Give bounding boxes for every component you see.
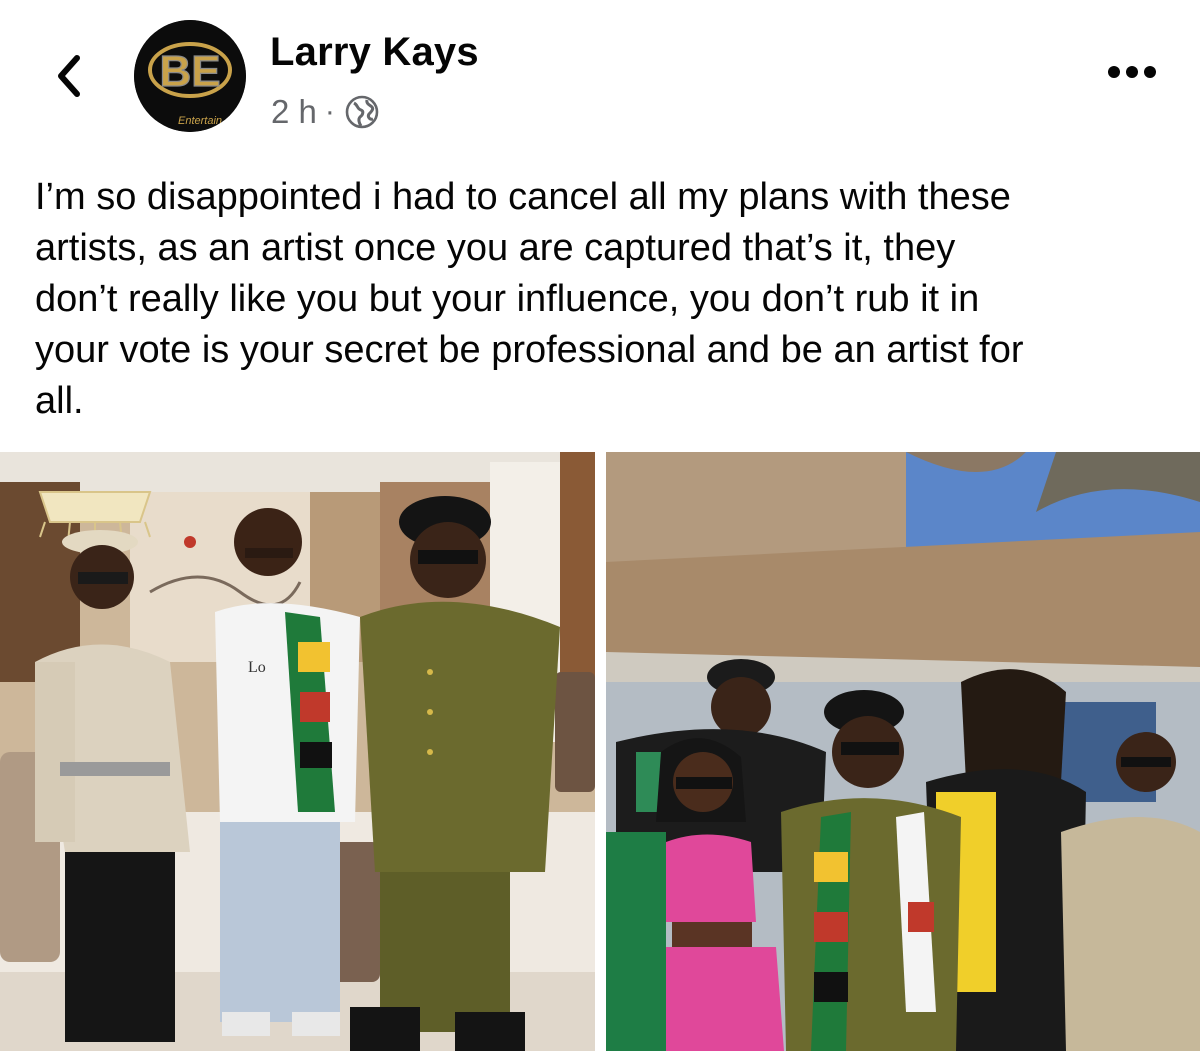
post-photo-indoor[interactable]: Lo: [0, 452, 595, 1051]
chevron-left-icon: [58, 55, 80, 97]
post-text-line: I’m so disappointed i had to cancel all …: [35, 176, 1011, 218]
post-text-line: don’t really like you but your influence…: [35, 278, 980, 320]
avatar-logo-text: BE: [159, 47, 220, 96]
avatar-caption: Entertain: [178, 115, 222, 127]
post-text-line: your vote is your secret be professional…: [35, 329, 1024, 371]
post-meta: 2 h ·: [271, 90, 379, 134]
post-text: I’m so disappointed i had to cancel all …: [35, 172, 1175, 427]
globe-icon: [345, 95, 379, 129]
post-photo-outdoor[interactable]: [606, 452, 1200, 1051]
post-text-line: artists, as an artist once you are captu…: [35, 227, 956, 269]
photo-indoor-illustration: Lo: [0, 452, 595, 1051]
more-horizontal-icon: [1108, 66, 1156, 78]
back-button[interactable]: [44, 48, 94, 104]
author-name[interactable]: Larry Kays: [270, 30, 479, 75]
shirt-print: Lo: [248, 659, 266, 676]
photo-outdoor-illustration: [606, 452, 1200, 1051]
meta-separator: ·: [324, 95, 335, 128]
more-options-button[interactable]: [1102, 52, 1162, 92]
avatar[interactable]: BE Entertain: [134, 20, 246, 132]
brand-logo: BE Entertain: [134, 20, 246, 132]
post-timestamp[interactable]: 2 h: [271, 93, 317, 131]
post-view: BE Entertain Larry Kays 2 h · I’m so dis…: [0, 0, 1200, 1051]
post-text-line: all.: [35, 380, 84, 422]
